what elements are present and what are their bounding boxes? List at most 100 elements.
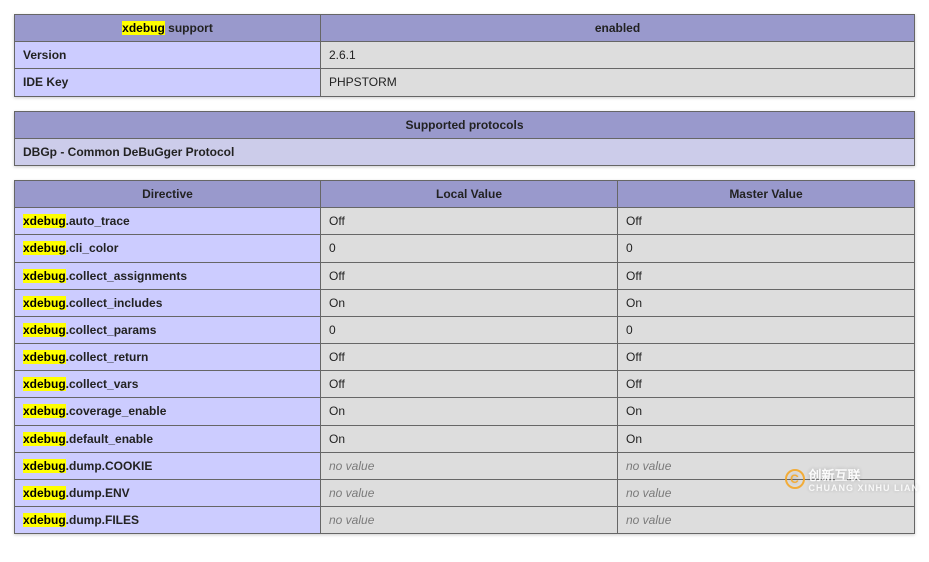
directive-suffix: .collect_vars (66, 377, 139, 391)
table-row: xdebug.dump.COOKIE no value no value (15, 452, 915, 479)
local-value-text: 0 (329, 241, 336, 255)
directive-suffix: .coverage_enable (66, 404, 167, 418)
protocols-header: Supported protocols (15, 111, 915, 138)
master-value-text: Off (626, 377, 642, 391)
col-master-value: Master Value (618, 180, 915, 207)
local-value: no value (321, 452, 618, 479)
table-row: xdebug.cli_color 0 0 (15, 235, 915, 262)
protocols-header-row: Supported protocols (15, 111, 915, 138)
directives-header-row: Directive Local Value Master Value (15, 180, 915, 207)
directive-name: xdebug.collect_return (15, 344, 321, 371)
master-value: 0 (618, 316, 915, 343)
highlight-xdebug: xdebug (23, 404, 66, 418)
directive-name: IDE Key (15, 69, 321, 96)
master-value-text: 0 (626, 323, 633, 337)
master-value-text: On (626, 296, 642, 310)
directive-name: xdebug.default_enable (15, 425, 321, 452)
local-value: On (321, 289, 618, 316)
local-value: On (321, 398, 618, 425)
master-value-text: no value (626, 486, 671, 500)
highlight-xdebug: xdebug (23, 241, 66, 255)
highlight-xdebug: xdebug (23, 459, 66, 473)
master-value: no value (618, 452, 915, 479)
directive-name: xdebug.collect_includes (15, 289, 321, 316)
table-row: xdebug.auto_trace Off Off (15, 208, 915, 235)
directive-suffix: .dump.FILES (66, 513, 139, 527)
local-value: Off (321, 371, 618, 398)
highlight-xdebug: xdebug (23, 513, 66, 527)
highlight-xdebug: xdebug (23, 269, 66, 283)
local-value-text: no value (329, 486, 374, 500)
table-row: DBGp - Common DeBuGger Protocol (15, 138, 915, 165)
directive-suffix: .collect_params (66, 323, 157, 337)
table-row: xdebug.dump.FILES no value no value (15, 507, 915, 534)
table-row: xdebug.collect_params 0 0 (15, 316, 915, 343)
table-row: xdebug.collect_assignments Off Off (15, 262, 915, 289)
highlight-xdebug: xdebug (122, 21, 165, 35)
table-row: xdebug.dump.ENVno valueno value (15, 480, 915, 507)
directive-suffix: .collect_assignments (66, 269, 187, 283)
master-value: Off (618, 262, 915, 289)
directives-table: Directive Local Value Master Value xdebu… (14, 180, 915, 534)
highlight-xdebug: xdebug (23, 350, 66, 364)
master-value-text: no value (626, 459, 671, 473)
local-value-text: On (329, 432, 345, 446)
directive-name: xdebug.coverage_enable (15, 398, 321, 425)
table-row: xdebug.collect_includes On On (15, 289, 915, 316)
master-value-text: On (626, 432, 642, 446)
xdebug-support-table: xdebug support enabled Version 2.6.1 IDE… (14, 14, 915, 97)
local-value-text: 0 (329, 323, 336, 337)
directive-value: 2.6.1 (321, 42, 915, 69)
local-value-text: Off (329, 269, 345, 283)
master-value: Off (618, 371, 915, 398)
directive-name: Version (15, 42, 321, 69)
master-value-text: Off (626, 269, 642, 283)
directive-name: xdebug.collect_vars (15, 371, 321, 398)
master-value: Off (618, 344, 915, 371)
directive-name: xdebug.cli_color (15, 235, 321, 262)
directive-suffix: .dump.ENV (66, 486, 130, 500)
master-value: no value (618, 507, 915, 534)
master-value: 0 (618, 235, 915, 262)
master-value-text: On (626, 404, 642, 418)
directive-name: xdebug.dump.COOKIE (15, 452, 321, 479)
local-value-text: On (329, 404, 345, 418)
directive-suffix: .collect_includes (66, 296, 163, 310)
master-value-text: no value (626, 513, 671, 527)
directive-suffix: .cli_color (66, 241, 119, 255)
master-value: Off (618, 208, 915, 235)
local-value: Off (321, 208, 618, 235)
table-row: IDE Key PHPSTORM (15, 69, 915, 96)
local-value: On (321, 425, 618, 452)
highlight-xdebug: xdebug (23, 214, 66, 228)
col-directive: Directive (15, 180, 321, 207)
table-row: Version 2.6.1 (15, 42, 915, 69)
local-value: no value (321, 480, 618, 507)
master-value-text: Off (626, 214, 642, 228)
master-value: On (618, 425, 915, 452)
master-value-text: 0 (626, 241, 633, 255)
support-header-right: enabled (321, 15, 915, 42)
local-value: no value (321, 507, 618, 534)
table-row: xdebug.default_enable On On (15, 425, 915, 452)
local-value: 0 (321, 316, 618, 343)
local-value-text: Off (329, 377, 345, 391)
highlight-xdebug: xdebug (23, 432, 66, 446)
support-header-left: xdebug support (15, 15, 321, 42)
directive-name: xdebug.collect_assignments (15, 262, 321, 289)
local-value-text: Off (329, 350, 345, 364)
directive-value: PHPSTORM (321, 69, 915, 96)
local-value: 0 (321, 235, 618, 262)
table-row: xdebug.collect_return Off Off (15, 344, 915, 371)
local-value-text: On (329, 296, 345, 310)
directive-name: xdebug.collect_params (15, 316, 321, 343)
highlight-xdebug: xdebug (23, 323, 66, 337)
local-value: Off (321, 262, 618, 289)
master-value: On (618, 289, 915, 316)
master-value: no value (618, 480, 915, 507)
table-row: xdebug.collect_vars Off Off (15, 371, 915, 398)
local-value-text: no value (329, 459, 374, 473)
support-header-left-suffix: support (165, 21, 213, 35)
directive-suffix: .auto_trace (66, 214, 130, 228)
supported-protocols-table: Supported protocols DBGp - Common DeBuGg… (14, 111, 915, 166)
